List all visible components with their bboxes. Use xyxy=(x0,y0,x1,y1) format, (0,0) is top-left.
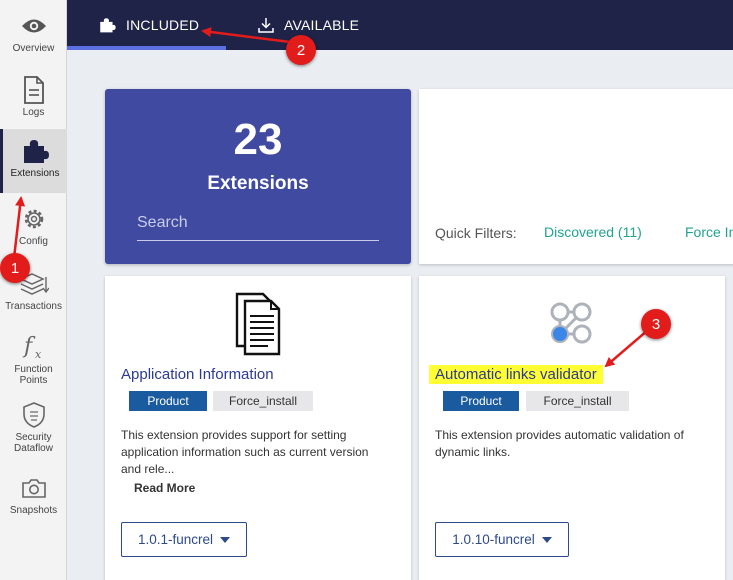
sidebar-item-label: Snapshots xyxy=(9,505,58,516)
download-icon xyxy=(258,18,274,33)
sidebar-item-function-points[interactable]: fx Function Points xyxy=(0,333,67,386)
version-dropdown[interactable]: 1.0.10-funcrel xyxy=(435,522,569,557)
extension-card: Application Information Product Force_in… xyxy=(105,276,411,580)
sidebar-item-extensions[interactable]: Extensions xyxy=(0,129,67,193)
sidebar-item-security-dataflow[interactable]: Security Dataflow xyxy=(0,401,67,454)
sidebar-item-label: Dataflow xyxy=(14,443,53,454)
eye-icon xyxy=(21,12,47,40)
extensions-caption: Extensions xyxy=(207,173,309,194)
version-value: 1.0.10-funcrel xyxy=(452,532,535,547)
links-icon xyxy=(547,299,597,354)
tag-product: Product xyxy=(129,391,207,411)
gear-icon xyxy=(21,205,47,233)
sidebar-item-label: Logs xyxy=(22,107,45,118)
sidebar-item-config[interactable]: Config xyxy=(0,205,67,247)
caret-down-icon xyxy=(220,536,231,543)
sidebar-item-overview[interactable]: Overview xyxy=(0,12,67,54)
extension-title[interactable]: Automatic links validator xyxy=(429,365,603,384)
fx-icon: fx xyxy=(22,333,46,361)
svg-text:f: f xyxy=(22,334,36,359)
tab-included[interactable]: INCLUDED xyxy=(98,0,199,50)
quick-filters-card: Quick Filters: Discovered (11) Force In xyxy=(419,89,733,264)
documents-icon xyxy=(235,292,283,361)
quick-filters-label: Quick Filters: xyxy=(435,225,517,241)
sidebar-item-label: Config xyxy=(19,236,48,247)
version-value: 1.0.1-funcrel xyxy=(137,532,214,547)
read-more-link[interactable]: Read More xyxy=(134,481,195,495)
sidebar-item-label: Overview xyxy=(12,43,55,54)
tag-product: Product xyxy=(443,391,519,411)
puzzle-icon xyxy=(100,18,116,33)
sidebar-item-snapshots[interactable]: Snapshots xyxy=(0,474,67,516)
puzzle-icon xyxy=(21,137,49,165)
sidebar-item-label: Extensions xyxy=(10,168,60,179)
tab-label: AVAILABLE xyxy=(284,17,360,33)
search-input[interactable]: Search xyxy=(137,211,379,241)
sidebar-item-logs[interactable]: Logs xyxy=(0,76,67,118)
active-tab-indicator xyxy=(67,46,226,50)
extensions-summary-card: 23 Extensions Search xyxy=(105,89,411,264)
sidebar-item-label: Security xyxy=(15,432,52,443)
filter-force-install[interactable]: Force In xyxy=(685,224,733,240)
filter-discovered[interactable]: Discovered (11) xyxy=(544,224,642,240)
extension-card: Automatic links validator Product Force_… xyxy=(419,276,725,580)
sidebar-item-label: Points xyxy=(19,375,48,386)
extension-title[interactable]: Application Information xyxy=(121,366,274,383)
tab-label: INCLUDED xyxy=(126,17,200,33)
extensions-count: 23 xyxy=(233,115,283,164)
document-icon xyxy=(23,76,45,104)
annotation-badge-2: 2 xyxy=(286,35,316,65)
camera-icon xyxy=(21,474,47,502)
sidebar: Overview Logs Extensions Config Transact… xyxy=(0,0,67,580)
caret-down-icon xyxy=(541,536,552,543)
extension-description: This extension provides support for sett… xyxy=(121,428,369,476)
sidebar-item-label: Transactions xyxy=(5,301,62,312)
tag-force-install: Force_install xyxy=(526,391,629,411)
extension-description: This extension provides automatic valida… xyxy=(435,428,684,459)
tag-force-install: Force_install xyxy=(213,391,313,411)
annotation-badge-1: 1 xyxy=(0,253,30,283)
svg-text:x: x xyxy=(35,348,42,361)
annotation-badge-3: 3 xyxy=(641,309,671,339)
sidebar-item-label: Function xyxy=(14,364,53,375)
version-dropdown[interactable]: 1.0.1-funcrel xyxy=(121,522,247,557)
shield-icon xyxy=(21,401,47,429)
